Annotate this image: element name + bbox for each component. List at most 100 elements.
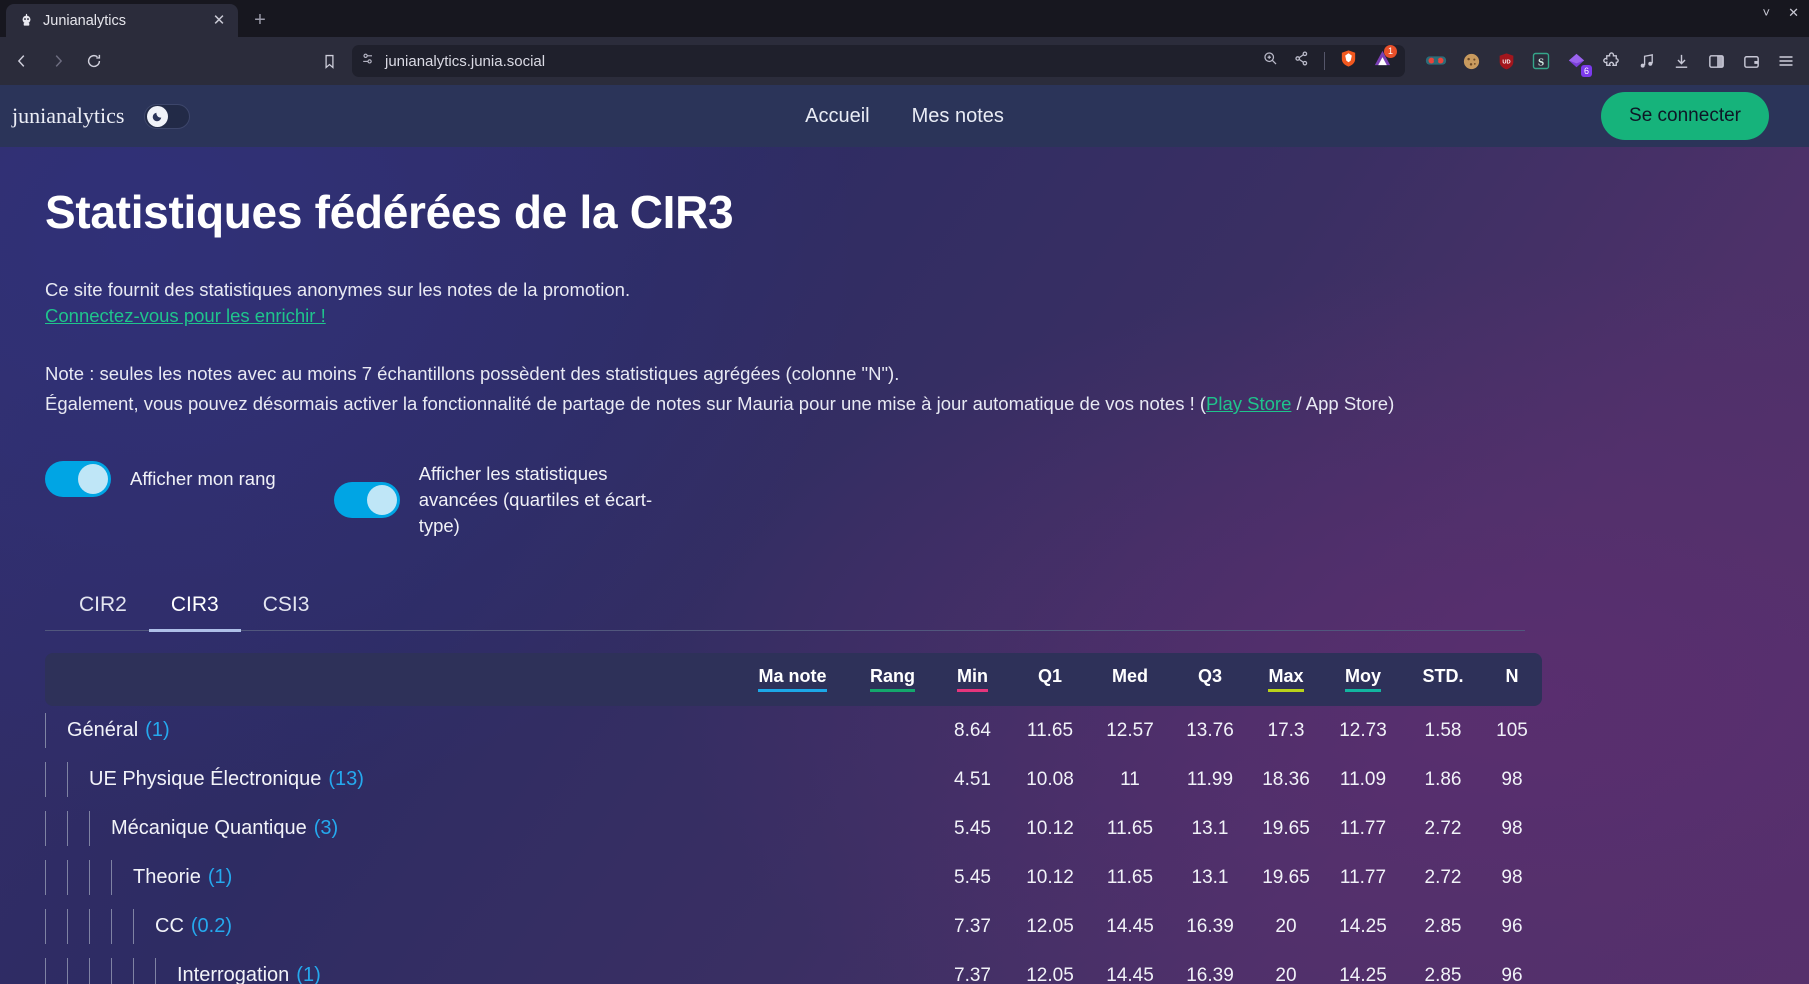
tree-guide-line (45, 860, 46, 895)
column-label-moy: Moy (1345, 666, 1381, 692)
tree-guide-line (67, 909, 68, 944)
cell-std: 2.85 (1424, 915, 1462, 937)
browser-tab[interactable]: Junianalytics ✕ (6, 4, 238, 37)
nav-link-accueil[interactable]: Accueil (805, 105, 869, 128)
tab-cir3[interactable]: CIR3 (148, 583, 241, 632)
row-name-cell: Général (1) (45, 706, 735, 755)
tree-node[interactable]: CC (0.2) (155, 909, 232, 944)
table-row[interactable]: CC (0.2) 7.37 12.05 14.45 16.39 20 14.25 2.85 96 (45, 902, 1542, 951)
column-header-q3[interactable]: Q3 (1170, 653, 1250, 706)
zoom-in-icon[interactable] (1262, 50, 1279, 72)
cell-q3: 16.39 (1186, 915, 1234, 937)
theme-toggle[interactable] (144, 103, 191, 129)
window-minimize-icon[interactable]: ˅ (1763, 6, 1771, 19)
cell-q1: 11.65 (1026, 719, 1074, 741)
tree-guide-line (155, 958, 156, 984)
tree-node[interactable]: Theorie (1) (133, 860, 232, 895)
toggle-show-rank[interactable]: Afficher mon rang (45, 461, 276, 497)
site-header: junianalytics Accueil Mes notes Se conne… (0, 85, 1809, 147)
purple-diamond-extension-icon[interactable]: 6 (1563, 48, 1592, 77)
reload-icon[interactable] (78, 45, 110, 77)
rewards-badge: 1 (1384, 45, 1397, 58)
tree-node-name: Général (67, 719, 139, 741)
puzzle-extensions-icon[interactable] (1598, 48, 1624, 74)
bookmark-icon[interactable] (314, 45, 344, 77)
column-header-q1[interactable]: Q1 (1010, 653, 1090, 706)
tree-node[interactable]: Général (1) (67, 713, 170, 748)
column-label-std: STD. (1422, 666, 1464, 686)
downloads-icon[interactable] (1668, 48, 1694, 74)
address-bar[interactable]: junianalytics.junia.social 1 (352, 45, 1405, 77)
play-store-link[interactable]: Play Store (1206, 393, 1291, 414)
column-header-moy[interactable]: Moy (1322, 653, 1404, 706)
tree-guide-line (45, 958, 46, 984)
column-label-ma-note: Ma note (758, 666, 827, 692)
table-row[interactable]: Theorie (1) 5.45 10.12 11.65 13.1 19.65 11.77 2.… (45, 853, 1542, 902)
toggles-row: Afficher mon rang Afficher les statistiq… (45, 461, 1771, 539)
site-settings-icon[interactable] (360, 51, 376, 72)
table-row[interactable]: UE Physique Électronique (13) 4.51 10.08 11 1… (45, 755, 1542, 804)
tab-title: Junianalytics (43, 12, 127, 29)
toggle-switch-advanced[interactable] (333, 482, 400, 518)
cell-n: 98 (1501, 768, 1523, 790)
cell-med: 11.65 (1106, 817, 1154, 839)
svg-text:S: S (1538, 57, 1544, 69)
cell-med: 12.57 (1106, 719, 1154, 741)
tab-close-icon[interactable]: ✕ (210, 12, 228, 30)
cell-ma-note (735, 804, 850, 853)
tree-node-weight: (3) (313, 817, 339, 839)
enrich-link[interactable]: Connectez-vous pour les enrichir ! (45, 305, 326, 326)
tab-csi3[interactable]: CSI3 (241, 583, 332, 632)
tree-node[interactable]: Mécanique Quantique (3) (111, 811, 338, 846)
music-extension-icon[interactable] (1633, 48, 1659, 74)
stylus-extension-icon[interactable]: S (1528, 48, 1554, 74)
brave-rewards-icon[interactable]: 1 (1372, 45, 1397, 74)
cell-ma-note (735, 853, 850, 902)
tab-cir2[interactable]: CIR2 (57, 583, 149, 632)
cell-med: 11 (1120, 768, 1140, 790)
cell-n: 98 (1501, 817, 1523, 839)
nav-link-mes-notes[interactable]: Mes notes (912, 105, 1004, 128)
cookie-extension-icon[interactable] (1458, 48, 1484, 74)
ublock-origin-icon[interactable]: UD (1493, 48, 1519, 74)
cell-q1: 10.12 (1026, 866, 1074, 888)
column-label-n: N (1505, 666, 1519, 686)
cell-min: 5.45 (954, 866, 991, 888)
table-row[interactable]: Interrogation (1) 7.37 12.05 14.45 16.39 20 14.… (45, 951, 1542, 984)
cell-rang (850, 706, 935, 755)
main-nav: Accueil Mes notes (805, 105, 1004, 128)
back-arrow-icon[interactable] (6, 45, 38, 77)
cell-q3: 11.99 (1186, 768, 1234, 790)
tree-node-name: CC (155, 915, 184, 937)
table-row[interactable]: Général (1) 8.64 11.65 12.57 13.76 17.3 12.73 1.… (45, 706, 1542, 755)
tree-node-name: UE Physique Électronique (89, 768, 322, 790)
wallet-icon[interactable] (1738, 48, 1764, 74)
table-row[interactable]: Mécanique Quantique (3) 5.45 10.12 11.65 13.1… (45, 804, 1542, 853)
column-header-min[interactable]: Min (935, 653, 1010, 706)
sidebar-toggle-icon[interactable] (1703, 48, 1729, 74)
toggle-switch-rank[interactable] (45, 461, 111, 497)
new-tab-button[interactable]: + (246, 6, 274, 34)
column-header-med[interactable]: Med (1090, 653, 1170, 706)
cell-max: 18.36 (1262, 768, 1310, 790)
share-icon[interactable] (1293, 50, 1310, 72)
cell-std: 1.86 (1424, 768, 1462, 790)
tree-node[interactable]: UE Physique Électronique (13) (89, 762, 364, 797)
column-header-max[interactable]: Max (1250, 653, 1322, 706)
stats-table-wrapper: Ma note Rang Min Q1 Med Q3 Max Moy STD. … (45, 653, 1771, 984)
toggle-advanced-stats[interactable]: Afficher les statistiques avancées (quar… (333, 461, 684, 539)
brave-shields-icon[interactable] (1339, 49, 1358, 73)
column-header-n[interactable]: N (1482, 653, 1542, 706)
column-header-std[interactable]: STD. (1404, 653, 1482, 706)
browser-menu-icon[interactable] (1773, 48, 1799, 74)
column-header-ma-note[interactable]: Ma note (735, 653, 850, 706)
window-close-icon[interactable]: ✕ (1788, 6, 1799, 19)
window-controls: ˅ ✕ (1763, 6, 1800, 19)
column-header-rang[interactable]: Rang (850, 653, 935, 706)
cell-rang (850, 951, 935, 984)
tree-node[interactable]: Interrogation (1) (177, 958, 321, 984)
login-button[interactable]: Se connecter (1601, 92, 1769, 140)
goggles-extension-icon[interactable] (1423, 48, 1449, 74)
cell-ma-note (735, 902, 850, 951)
site-brand[interactable]: junianalytics (12, 103, 124, 129)
